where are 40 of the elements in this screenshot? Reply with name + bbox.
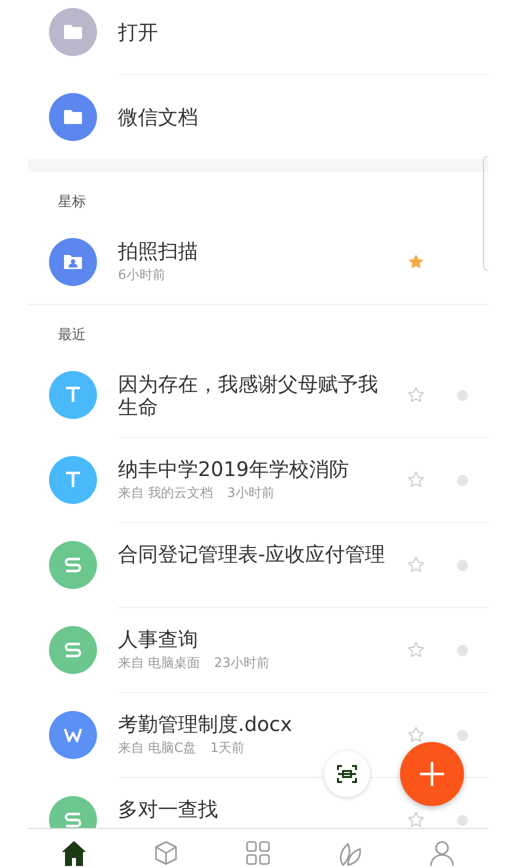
file-source: 来自 电脑C盘	[118, 741, 196, 757]
file-time: 6小时前	[118, 268, 166, 284]
scan-icon	[335, 762, 359, 786]
star-icon[interactable]	[406, 385, 426, 405]
status-dot	[457, 390, 468, 400]
file-title[interactable]: 纳丰中学2019年学校消防	[118, 458, 386, 481]
star-icon[interactable]	[406, 810, 426, 828]
star-icon[interactable]	[406, 640, 426, 660]
file-time: 3小时前	[227, 486, 274, 502]
status-dot	[457, 644, 468, 656]
section-header: 星标	[58, 194, 86, 210]
file-title[interactable]: 拍照扫描	[118, 240, 386, 263]
file-title[interactable]: 多对一查找	[118, 798, 386, 821]
cube-icon[interactable]	[153, 840, 179, 866]
file-title[interactable]: 考勤管理制度.docx	[118, 713, 386, 736]
file-title[interactable]: 合同登记管理表-应收应付管理	[118, 543, 386, 566]
star-icon[interactable]	[406, 470, 426, 490]
grid-icon[interactable]	[245, 840, 271, 866]
file-title[interactable]: 打开	[118, 20, 386, 44]
leaf-icon[interactable]	[337, 840, 363, 866]
star-icon[interactable]	[406, 725, 426, 745]
status-dot	[457, 560, 468, 570]
add-button[interactable]	[400, 742, 464, 806]
status-dot	[457, 730, 468, 740]
status-dot	[457, 814, 468, 826]
file-time: 1天前	[210, 741, 244, 757]
file-title[interactable]: 微信文档	[118, 106, 386, 128]
person-icon[interactable]	[429, 840, 455, 866]
star-icon[interactable]	[406, 555, 426, 575]
plus-icon	[419, 761, 445, 787]
file-title[interactable]: 因为存在，我感谢父母赋予我生命	[118, 373, 386, 419]
file-time: 23小时前	[214, 656, 270, 672]
file-title[interactable]: 人事查询	[118, 628, 386, 651]
section-header: 最近	[58, 327, 86, 343]
home-icon[interactable]	[61, 840, 87, 866]
status-dot	[457, 474, 468, 486]
file-source: 来自 我的云文档	[118, 486, 214, 502]
edge-handle[interactable]	[483, 156, 488, 271]
scan-button[interactable]	[324, 751, 370, 797]
file-source: 来自 电脑桌面	[118, 656, 200, 672]
